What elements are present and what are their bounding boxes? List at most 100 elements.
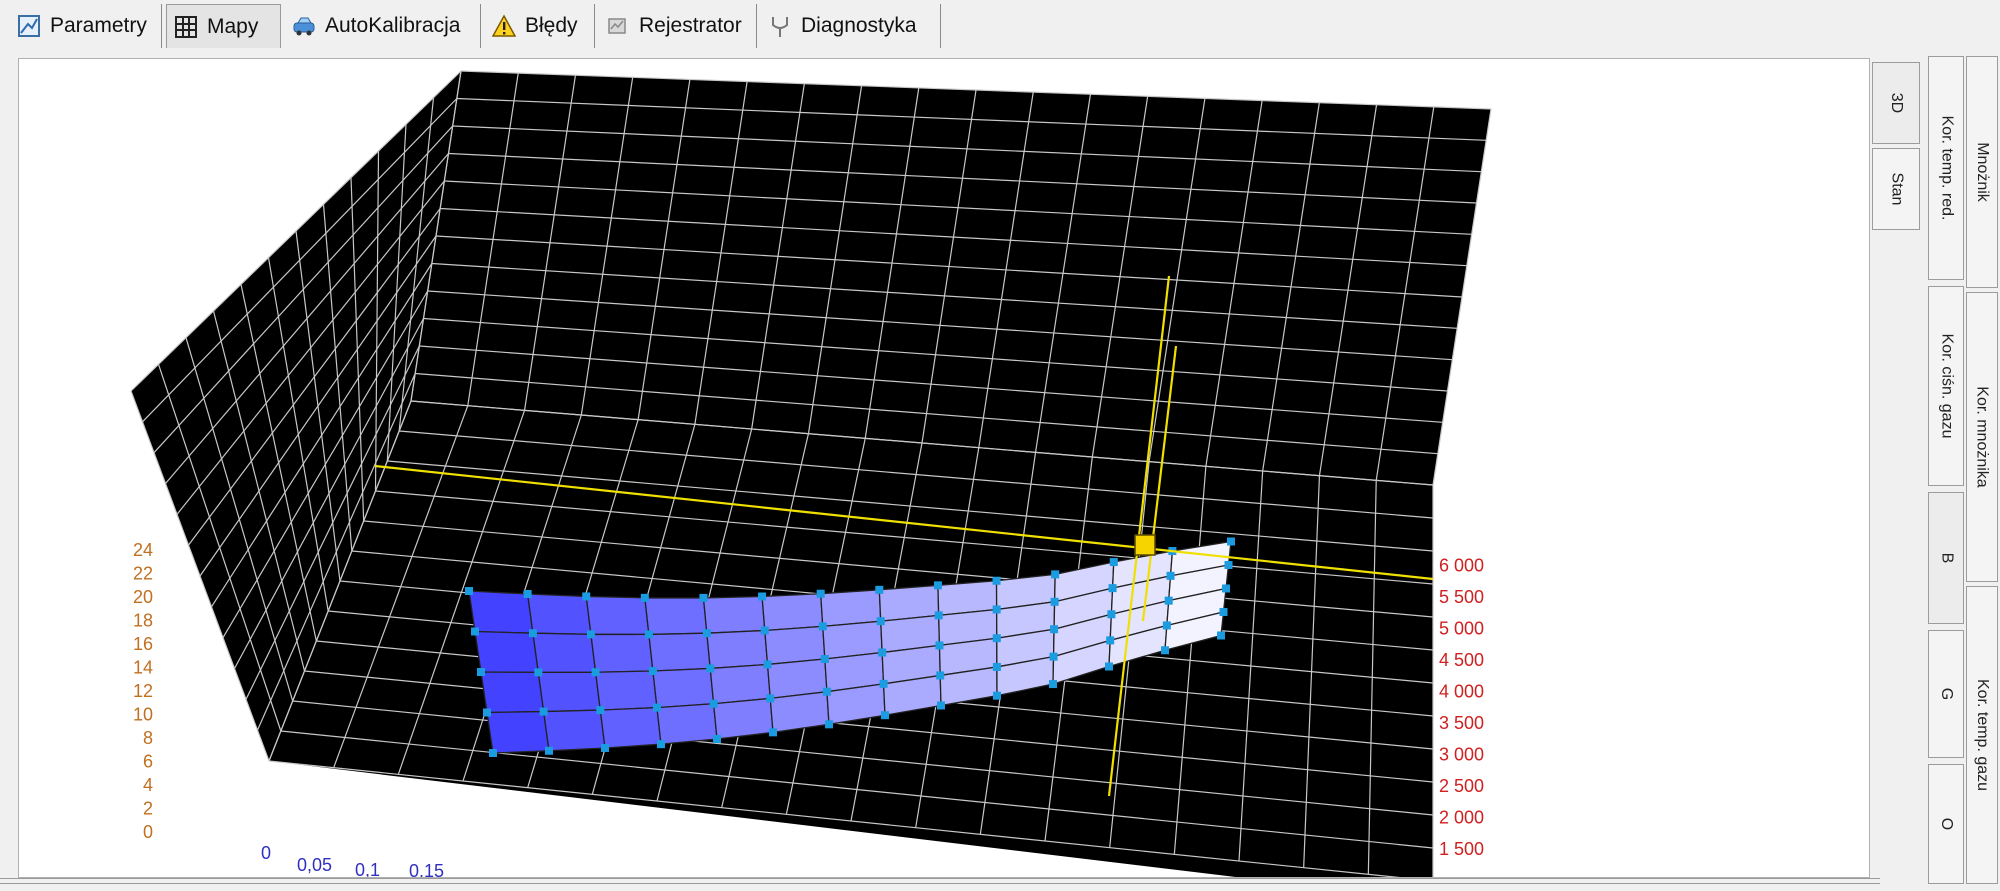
surface-point: [875, 585, 884, 594]
tab-kor-temp-gazu[interactable]: Kor. temp. gazu: [1966, 586, 1998, 884]
surface-cell: [761, 593, 824, 632]
tab-kor-temp-red[interactable]: Kor. temp. red.: [1928, 56, 1964, 280]
surface-point: [706, 664, 715, 673]
surface-point: [1049, 652, 1058, 661]
surface-point: [1049, 680, 1057, 689]
surface-point: [766, 694, 775, 703]
surface-point: [1107, 610, 1116, 619]
surface-point: [1166, 571, 1175, 580]
tab-kor-mnoznika[interactable]: Kor. mnożnika: [1966, 292, 1998, 582]
z-tick-label: 8: [143, 728, 153, 748]
tab-bledy[interactable]: Błędy: [485, 4, 595, 48]
surface-point: [1161, 646, 1169, 655]
surface-point: [640, 593, 649, 602]
parameters-icon: [18, 15, 40, 37]
surface-cell: [652, 667, 715, 709]
surface-point: [1219, 607, 1228, 616]
z-tick-label: 6: [143, 752, 153, 772]
surface-cell: [594, 670, 658, 711]
surface-point: [992, 634, 1001, 643]
surface-point: [1050, 597, 1059, 606]
surface-point: [763, 660, 772, 669]
tab-mapy[interactable]: Mapy: [166, 4, 281, 48]
surface-point: [758, 592, 767, 601]
surface-cell: [712, 697, 774, 740]
surface-point: [822, 687, 831, 696]
surface-point: [876, 617, 885, 626]
tab-g[interactable]: G: [1928, 630, 1964, 758]
z-tick-label: 12: [133, 681, 153, 701]
surface-point: [591, 668, 600, 677]
surface-cell: [706, 629, 769, 670]
rpm-tick-label: 3 000: [1439, 745, 1484, 765]
surface-point: [936, 671, 945, 680]
z-tick-label: 14: [133, 658, 153, 678]
surface-point: [881, 711, 889, 720]
cursor-marker: [1134, 534, 1156, 556]
surface-cell: [474, 630, 540, 674]
surface-point: [1108, 584, 1117, 593]
surface-point: [1224, 560, 1233, 569]
surface-point: [1051, 570, 1060, 579]
surface-point: [586, 630, 595, 639]
bottom-scroll-edge: [0, 878, 1880, 884]
surface-point: [992, 605, 1001, 614]
surface-point: [992, 662, 1001, 671]
surface-point: [937, 701, 945, 710]
surface-cell: [537, 671, 602, 713]
surface-point: [648, 667, 657, 676]
car-calibration-icon: [293, 17, 315, 36]
surface-point: [1217, 631, 1225, 640]
surface-point: [545, 746, 553, 755]
tab-3d[interactable]: 3D: [1872, 62, 1920, 144]
surface-point: [471, 627, 479, 636]
surface-point: [477, 668, 485, 676]
surface-point: [523, 590, 532, 599]
x-tick-label: 0,1: [355, 860, 380, 877]
surface-point: [1106, 636, 1115, 645]
surface-point: [879, 679, 888, 688]
z-tick-label: 2: [143, 799, 153, 819]
tab-kor-cisn-gazu[interactable]: Kor. ciśn. gazu: [1928, 286, 1964, 486]
surface-cell: [468, 590, 534, 634]
surface-cell: [480, 671, 545, 714]
tab-rejestrator[interactable]: Rejestrator: [599, 4, 757, 48]
tab-parametry[interactable]: Parametry: [10, 4, 162, 48]
tab-autokalibracja[interactable]: AutoKalibracja: [285, 4, 481, 48]
z-tick-label: 18: [133, 611, 153, 631]
surface-cell: [644, 597, 708, 636]
rpm-tick-label: 1 500: [1439, 839, 1484, 859]
tab-stan[interactable]: Stan: [1872, 148, 1920, 230]
z-tick-label: 16: [133, 634, 153, 654]
z-tick-label: 20: [133, 587, 153, 607]
surface-point: [465, 587, 473, 595]
x-tick-label: 0,05: [297, 855, 332, 875]
surface-point: [534, 668, 543, 677]
tab-mnoznik[interactable]: Mnożnik: [1966, 56, 1998, 288]
z-tick-label: 24: [133, 540, 153, 560]
surface-cell: [648, 632, 711, 672]
tab-o[interactable]: O: [1928, 764, 1964, 884]
surface-cell: [599, 706, 662, 749]
surface-cell: [542, 709, 606, 752]
surface-point: [702, 629, 711, 638]
tab-b[interactable]: B: [1928, 492, 1964, 624]
rpm-tick-label: 5 500: [1439, 587, 1484, 607]
surface-point: [596, 706, 605, 715]
grid-map-icon: [175, 15, 197, 38]
surface-point: [709, 699, 718, 708]
surface-point: [1050, 625, 1059, 634]
surface-point: [1227, 537, 1235, 546]
rpm-tick-label: 4 500: [1439, 650, 1484, 670]
surface-point: [644, 630, 653, 639]
tab-diagnostyka[interactable]: Diagnostyka: [761, 4, 941, 48]
surface-point: [1109, 558, 1118, 567]
surface-point: [934, 611, 943, 620]
surface-point: [713, 734, 721, 743]
warning-icon: [491, 14, 517, 37]
surface-point: [818, 622, 827, 631]
z-tick-label: 10: [133, 705, 153, 725]
surface-point: [760, 626, 769, 635]
surface-3d-plot[interactable]: 0246810121416182022241 5002 0002 5003 00…: [19, 59, 1869, 877]
surface-point: [933, 581, 942, 590]
